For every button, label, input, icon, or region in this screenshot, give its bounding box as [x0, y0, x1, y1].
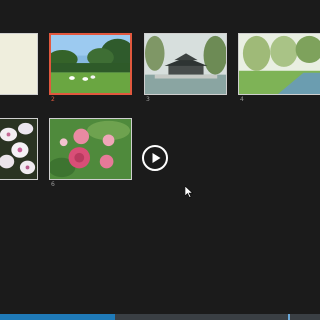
gallery-thumbnail-1[interactable] [0, 33, 38, 95]
mouse-pointer-icon [185, 186, 193, 198]
pavilion-bridge-image [145, 34, 226, 94]
progress-fill [0, 314, 116, 320]
park-lawn-image [51, 35, 130, 93]
willow-riverside-image [239, 34, 320, 94]
thumbnail-number-6: 6 [51, 181, 55, 188]
gallery-thumbnail-4[interactable] [238, 33, 320, 95]
play-button[interactable] [142, 145, 168, 171]
pink-peonies-image [50, 119, 131, 179]
gallery-thumbnail-2[interactable] [49, 33, 132, 95]
gallery-thumbnail-6[interactable] [49, 118, 132, 180]
thumbnail-number-2: 2 [51, 96, 55, 103]
progress-bar[interactable] [0, 314, 320, 320]
progress-marker [288, 314, 290, 320]
thumbnail-number-3: 3 [146, 96, 150, 103]
play-circle-icon [152, 153, 161, 163]
white-orchids-image [0, 119, 37, 179]
cream-photo-image [0, 34, 37, 94]
gallery-thumbnail-5[interactable] [0, 118, 38, 180]
thumbnail-number-4: 4 [240, 96, 244, 103]
gallery-thumbnail-3[interactable] [144, 33, 227, 95]
